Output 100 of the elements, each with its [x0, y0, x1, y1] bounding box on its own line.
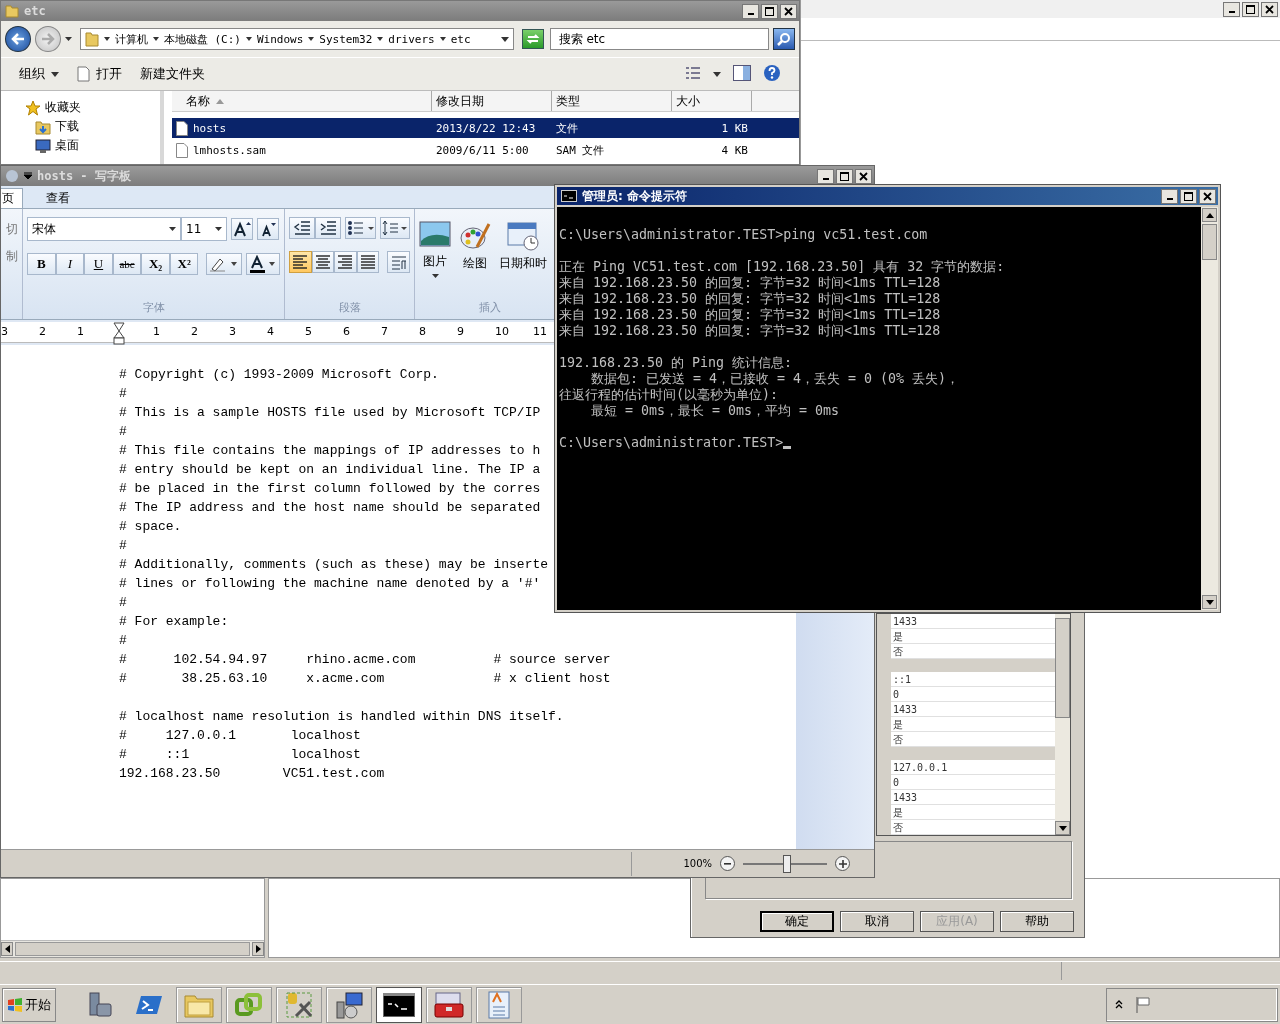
close-button[interactable] — [855, 168, 872, 184]
maximize-button[interactable] — [1242, 1, 1259, 17]
indent-marker-icon[interactable] — [113, 322, 125, 346]
caret-down-icon — [377, 37, 384, 41]
scrollbar-thumb[interactable] — [15, 942, 250, 956]
file-row[interactable]: hosts 2013/8/22 12:43 文件 1 KB — [172, 118, 799, 138]
insert-button[interactable]: 绘图 — [459, 217, 491, 278]
grow-font-button[interactable] — [231, 218, 253, 240]
format-button[interactable]: U — [84, 253, 113, 275]
breadcrumb[interactable]: 本地磁盘 (C:) — [163, 31, 241, 47]
taskbar-app[interactable] — [326, 986, 372, 1023]
breadcrumb[interactable]: 计算机 — [114, 31, 148, 47]
nav-item[interactable]: 下载 — [25, 118, 160, 135]
refresh-button[interactable] — [521, 29, 544, 49]
dialog-button[interactable]: 确定 — [760, 911, 834, 932]
insert-button[interactable]: 图片 — [419, 217, 451, 278]
minimize-button[interactable] — [1161, 188, 1178, 204]
format-button[interactable]: I — [55, 253, 85, 275]
document-line: # 127.0.0.1 localhost — [119, 727, 361, 745]
font-color-button[interactable] — [246, 253, 280, 275]
command-prompt-icon — [383, 992, 415, 1017]
align-button[interactable] — [289, 251, 312, 273]
right-arrow-icon[interactable] — [255, 945, 261, 953]
breadcrumb[interactable]: System32 — [319, 32, 373, 46]
chevron-up-icon[interactable] — [1115, 1000, 1123, 1009]
taskbar-app[interactable] — [276, 986, 322, 1023]
minimize-button[interactable] — [1223, 1, 1240, 17]
start-button[interactable]: 开始 — [2, 987, 56, 1022]
insert-button[interactable]: 日期和时 — [499, 217, 547, 278]
breadcrumb[interactable]: Windows — [257, 32, 304, 46]
column-header[interactable]: 名称 — [172, 91, 432, 111]
ribbon-tab[interactable]: 页 — [1, 188, 23, 208]
dialog-button[interactable]: 帮助 — [1000, 911, 1074, 932]
maximize-icon — [765, 6, 774, 16]
zoom-in-button[interactable] — [835, 856, 850, 871]
maximize-button[interactable] — [836, 168, 853, 184]
taskbar-app[interactable] — [376, 986, 422, 1023]
zoom-thumb[interactable] — [782, 854, 791, 873]
flag-icon[interactable] — [1135, 995, 1151, 1014]
down-arrow-icon[interactable] — [1205, 599, 1214, 605]
file-row[interactable]: lmhosts.sam 2009/6/11 5:00 SAM 文件 4 KB — [172, 140, 799, 160]
minimize-button[interactable] — [742, 3, 759, 19]
zoom-out-button[interactable] — [720, 856, 735, 871]
format-button[interactable]: X₂ — [141, 253, 170, 275]
nav-item[interactable]: 收藏夹 — [25, 99, 160, 116]
paint-palette-icon — [459, 221, 491, 251]
dialog-button[interactable]: 取消 — [840, 911, 914, 932]
nav-item[interactable]: 桌面 — [25, 137, 160, 154]
maximize-button[interactable] — [761, 3, 778, 19]
align-button[interactable] — [311, 251, 335, 273]
column-header[interactable]: 修改日期 — [432, 91, 552, 111]
property-value: 0 — [891, 687, 1055, 702]
property-value: 否 — [891, 820, 1055, 835]
taskbar-app[interactable] — [426, 986, 472, 1023]
clipboard-command[interactable]: 切 — [6, 221, 18, 238]
down-arrow-icon[interactable] — [1058, 825, 1067, 831]
format-button[interactable]: B — [27, 253, 56, 275]
close-button[interactable] — [1261, 1, 1278, 17]
search-button[interactable] — [773, 28, 795, 50]
ribbon-tab[interactable]: 查看 — [37, 188, 79, 208]
column-header[interactable]: 类型 — [552, 91, 672, 111]
breadcrumb[interactable]: drivers — [388, 32, 435, 46]
format-button[interactable]: X² — [169, 253, 199, 275]
search-field[interactable]: 搜索 etc — [549, 28, 770, 50]
toolbar-button[interactable]: 打开 — [77, 65, 122, 83]
up-arrow-icon[interactable] — [1205, 212, 1214, 218]
column-header[interactable]: 大小 — [672, 91, 752, 111]
clipboard-command[interactable]: 制 — [6, 248, 18, 265]
breadcrumb[interactable]: etc — [450, 32, 471, 46]
line-spacing-button[interactable] — [380, 217, 410, 239]
highlight-button[interactable] — [206, 253, 243, 275]
font-name-field[interactable]: 宋体 — [27, 217, 181, 241]
maximize-button[interactable] — [1180, 188, 1197, 204]
align-button[interactable] — [334, 251, 357, 273]
scrollbar-thumb[interactable] — [1202, 224, 1217, 260]
shrink-font-button[interactable] — [257, 218, 279, 240]
window-title: 管理员: 命令提示符 — [582, 187, 687, 205]
scrollbar-thumb[interactable] — [1055, 618, 1070, 718]
horizontal-scrollbar[interactable] — [1, 940, 264, 957]
paragraph-button[interactable] — [387, 251, 410, 273]
align-button[interactable] — [356, 251, 380, 273]
preview-pane-button[interactable] — [733, 64, 751, 84]
bullet-list-button[interactable] — [344, 217, 377, 239]
close-button[interactable] — [1199, 188, 1216, 204]
format-button[interactable]: abc — [112, 253, 142, 275]
toolbar-button[interactable]: 组织 — [19, 65, 59, 83]
toolbar-button[interactable]: 新建文件夹 — [140, 65, 205, 83]
minimize-button[interactable] — [817, 168, 834, 184]
decrease-indent-button[interactable] — [289, 217, 315, 239]
ruler-number: 2 — [39, 325, 46, 338]
close-button[interactable] — [780, 3, 797, 19]
document-line: # 102.54.94.97 rhino.acme.com # source server — [119, 651, 611, 669]
address-bar[interactable]: 计算机 本地磁盘 (C:) Windows System32 drivers etc — [79, 28, 514, 50]
left-arrow-icon[interactable] — [4, 945, 10, 953]
vertical-scrollbar[interactable] — [1201, 207, 1218, 610]
back-button[interactable] — [5, 26, 31, 52]
font-size-field[interactable]: 11 — [181, 217, 227, 241]
vertical-scrollbar[interactable] — [1055, 614, 1070, 835]
increase-indent-button[interactable] — [314, 217, 341, 239]
maximize-icon — [840, 171, 849, 181]
